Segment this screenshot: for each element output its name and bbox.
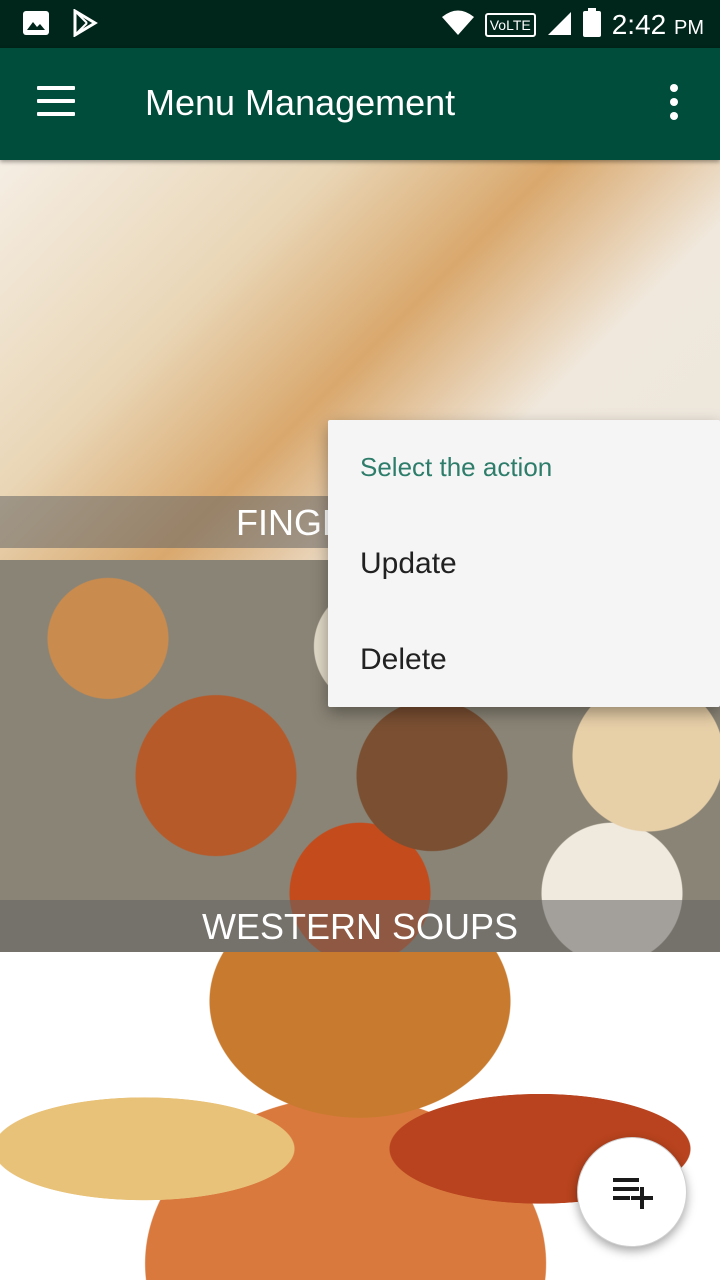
image-icon	[22, 10, 50, 40]
hamburger-menu-icon[interactable]	[30, 86, 82, 126]
popup-title: Select the action	[360, 452, 553, 482]
battery-icon	[582, 8, 602, 42]
page-title: Menu Management	[145, 82, 456, 123]
overflow-menu-icon[interactable]	[658, 84, 690, 128]
update-option[interactable]: Update	[328, 516, 720, 612]
clock-time: 2:42	[611, 9, 667, 40]
playlist-add-icon	[613, 1178, 653, 1209]
delete-option[interactable]: Delete	[328, 612, 720, 708]
clock-ampm: PM	[674, 17, 704, 39]
app-bar: Menu Management	[0, 48, 720, 160]
add-menu-item-button[interactable]	[577, 1137, 687, 1247]
category-caption: WESTERN SOUPS	[0, 900, 720, 952]
status-bar-right: VoLTE 2:42 PM	[441, 8, 704, 42]
status-bar-left	[22, 8, 98, 41]
action-popup: Select the action Update Delete	[328, 420, 720, 707]
signal-icon	[546, 10, 572, 40]
status-bar: VoLTE 2:42 PM	[0, 0, 720, 48]
network-type-badge: VoLTE	[484, 13, 536, 37]
play-store-icon	[72, 8, 98, 41]
wifi-icon	[441, 10, 475, 40]
clock: 2:42 PM	[612, 9, 704, 41]
